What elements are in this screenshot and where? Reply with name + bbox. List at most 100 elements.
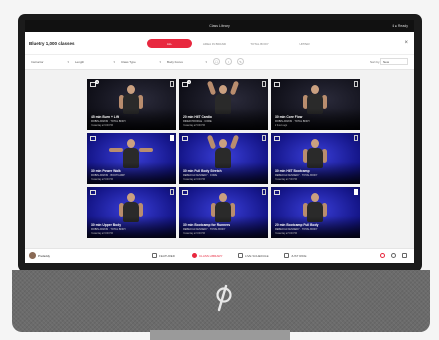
- bookmark-icon[interactable]: [170, 135, 174, 141]
- class-meta: REBECCA KENNEDY · TOTAL BODY: [275, 228, 318, 231]
- chevron-down-icon: ▾: [67, 59, 69, 64]
- bookmark-icon[interactable]: [262, 135, 266, 141]
- class-title: 30 min HIIT Bootcamp: [275, 169, 310, 173]
- class-date: Yesterday at 6:00 PM: [91, 233, 113, 235]
- monitor-stand: [150, 330, 290, 340]
- class-card[interactable]: 20 min Bootcamp Full Body REBECCA KENNED…: [271, 187, 360, 238]
- stack-icon: [90, 136, 96, 141]
- bottom-nav: Prefaddy FEATURED CLASS LIBRARY LIVE SCH…: [25, 248, 414, 263]
- class-meta: ROBIN ARZON · TOTAL BODY: [275, 120, 310, 123]
- class-meta: ROBIN ARZON · TOTAL BODY: [91, 228, 126, 231]
- page-header: Bluetry 1,000 classes ALL AREA IN BRAND …: [25, 32, 414, 54]
- menu-icon[interactable]: [402, 253, 407, 258]
- peloton-logo-icon: [216, 284, 232, 312]
- chevron-down-icon: ▾: [113, 59, 115, 64]
- class-title: 30 min Core Flow: [275, 115, 303, 119]
- sort-label: Sort by: [370, 60, 380, 64]
- filter-body-focus[interactable]: Body Focus ▾: [167, 58, 207, 65]
- calendar-icon: [238, 253, 243, 258]
- chevron-down-icon: ▾: [205, 59, 207, 64]
- class-title: 20 min Bootcamp Full Body: [275, 223, 319, 227]
- filter-class-type[interactable]: Class Type ▾: [121, 58, 161, 65]
- status-bar-title: Class Library: [209, 24, 230, 28]
- speaker-body: [12, 270, 430, 332]
- class-date: Yesterday at 5:00 PM: [275, 233, 297, 235]
- screen: Class Library ℹ ● Ready Bluetry 1,000 cl…: [25, 20, 414, 263]
- nav-class-library[interactable]: CLASS LIBRARY: [192, 253, 222, 258]
- username: Prefaddy: [38, 254, 51, 258]
- class-title: 30 min Upper Body: [91, 223, 122, 227]
- filter-label: Length: [75, 59, 85, 64]
- class-meta: REBECCA KENNEDY · CORE: [183, 174, 218, 177]
- class-grid: 1 45 min Burn + Lift ROBIN ARZON · TOTAL…: [87, 79, 361, 238]
- stack-icon: [274, 82, 280, 87]
- sort-select[interactable]: New: [380, 58, 408, 65]
- avatar[interactable]: [29, 252, 36, 259]
- home-icon: [152, 253, 157, 258]
- stack-icon: [182, 136, 188, 141]
- bike-icon: [284, 253, 289, 258]
- stack-icon: [274, 190, 280, 195]
- bookmark-filter-icon[interactable]: ☐: [213, 58, 220, 65]
- nav-label: LIVE SCHEDULE: [245, 253, 269, 258]
- bookmark-icon[interactable]: [262, 81, 266, 87]
- class-title: 20 min HIIT Cardio: [183, 115, 212, 119]
- class-card[interactable]: 1 20 min HIIT Cardio RIDER PROFILE · COR…: [179, 79, 268, 130]
- stack-icon: [90, 190, 96, 195]
- filter-label: Class Type: [121, 59, 136, 64]
- tab-area-in-brand[interactable]: AREA IN BRAND: [192, 39, 237, 48]
- class-date: 2 hours ago: [275, 125, 288, 127]
- class-meta: ROBIN ARZON · BOOTCAMP: [91, 174, 125, 177]
- nav-label: FEATURED: [159, 253, 175, 258]
- library-icon: [192, 253, 197, 258]
- count-badge: 1: [187, 80, 191, 84]
- class-card[interactable]: 30 min Core Flow ROBIN ARZON · TOTAL BOD…: [271, 79, 360, 130]
- nav-featured[interactable]: FEATURED: [152, 253, 175, 258]
- class-card[interactable]: 30 min HIIT Bootcamp REBECCA KENNEDY · T…: [271, 133, 360, 184]
- class-meta: REBECCA KENNEDY · TOTAL BODY: [275, 174, 318, 177]
- bookmark-icon[interactable]: [354, 81, 358, 87]
- bookmark-icon[interactable]: [170, 81, 174, 87]
- category-tabs: ALL AREA IN BRAND TOTAL BODY UPPER: [147, 39, 327, 48]
- filter-length[interactable]: Length ▾: [75, 58, 115, 65]
- class-card[interactable]: 1 45 min Burn + Lift ROBIN ARZON · TOTAL…: [87, 79, 176, 130]
- class-date: Yesterday at 5:00 PM: [91, 179, 113, 181]
- tab-all[interactable]: ALL: [147, 39, 192, 48]
- class-card[interactable]: 30 min Power Walk ROBIN ARZON · BOOTCAMP…: [87, 133, 176, 184]
- class-card[interactable]: 30 min Upper Body ROBIN ARZON · TOTAL BO…: [87, 187, 176, 238]
- filter-label: Body Focus: [167, 59, 183, 64]
- class-date: Yesterday at 7:00 PM: [275, 179, 297, 181]
- bookmark-icon[interactable]: [170, 189, 174, 195]
- edit-filter-icon[interactable]: ✎: [237, 58, 244, 65]
- count-badge: 1: [95, 80, 99, 84]
- status-bar: Class Library ℹ ● Ready: [25, 20, 414, 32]
- class-date: Yesterday at 6:00 PM: [91, 125, 113, 127]
- class-date: Yesterday at 6:00 PM: [183, 179, 205, 181]
- nav-live-schedule[interactable]: LIVE SCHEDULE: [238, 253, 269, 258]
- class-meta: ROBIN ARZON · TOTAL BODY: [91, 120, 126, 123]
- nav-just-ride[interactable]: JUST RIDE: [284, 253, 306, 258]
- bookmark-icon[interactable]: [262, 189, 266, 195]
- page-title: Bluetry 1,000 classes: [29, 41, 75, 46]
- class-card[interactable]: 30 min Bootcamp for Runners REBECCA KENN…: [179, 187, 268, 238]
- class-date: Yesterday at 6:00 PM: [183, 233, 205, 235]
- tab-total-body[interactable]: TOTAL BODY: [237, 39, 282, 48]
- class-meta: REBECCA KENNEDY · TOTAL BODY: [183, 228, 226, 231]
- notifications-icon[interactable]: [380, 253, 385, 258]
- class-date: Yesterday at 5:00 PM: [183, 125, 205, 127]
- tab-upper[interactable]: UPPER: [282, 39, 327, 48]
- class-title: 30 min Full Body Stretch: [183, 169, 222, 173]
- status-bar-indicators: ℹ ● Ready: [392, 24, 408, 28]
- class-card[interactable]: 30 min Full Body Stretch REBECCA KENNEDY…: [179, 133, 268, 184]
- bookmark-icon[interactable]: [354, 135, 358, 141]
- close-icon[interactable]: ×: [404, 40, 408, 46]
- class-title: 45 min Burn + Lift: [91, 115, 119, 119]
- filter-instructor[interactable]: Instructor ▾: [31, 58, 69, 65]
- timer-icon[interactable]: [391, 253, 396, 258]
- stack-icon: [274, 136, 280, 141]
- nav-label: JUST RIDE: [291, 253, 307, 258]
- filter-label: Instructor: [31, 59, 44, 64]
- sort-filter-icon[interactable]: ↕: [225, 58, 232, 65]
- bookmark-icon[interactable]: [354, 189, 358, 195]
- filter-bar: Instructor ▾ Length ▾ Class Type ▾ Body …: [25, 54, 414, 70]
